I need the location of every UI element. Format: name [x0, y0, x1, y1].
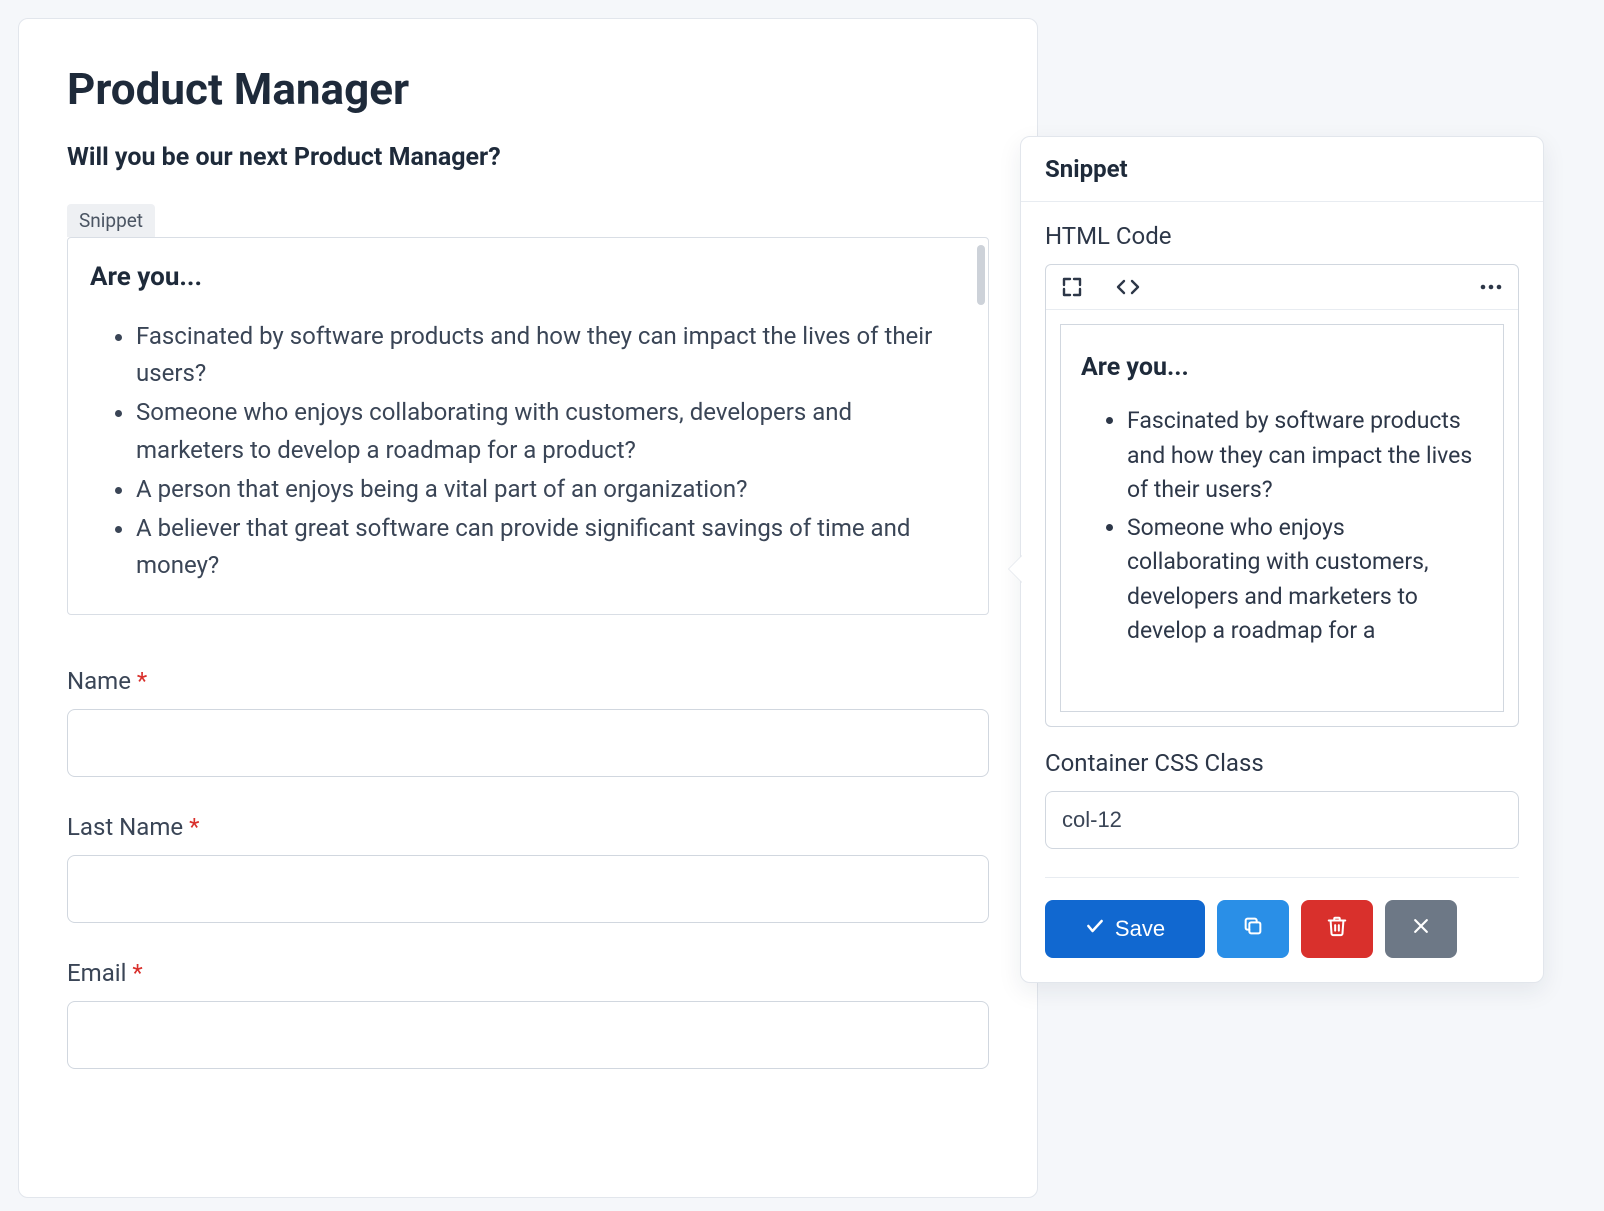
- required-marker: *: [132, 959, 142, 987]
- panel-title: Snippet: [1021, 137, 1543, 202]
- snippet-properties-panel: Snippet HTML Code Are you... Fascinated …: [1020, 136, 1544, 983]
- check-icon: [1085, 916, 1105, 942]
- css-class-input[interactable]: [1045, 791, 1519, 849]
- page-title: Product Manager: [67, 63, 989, 115]
- trash-icon: [1326, 915, 1348, 943]
- snippet-tab-label: Snippet: [67, 204, 155, 237]
- last-name-input[interactable]: [67, 855, 989, 923]
- html-code-label: HTML Code: [1045, 222, 1519, 250]
- code-icon[interactable]: [1114, 275, 1142, 299]
- preview-heading: Are you...: [1081, 353, 1483, 382]
- css-class-label: Container CSS Class: [1045, 749, 1519, 777]
- required-marker: *: [137, 667, 147, 695]
- snippet-heading: Are you...: [90, 262, 966, 292]
- close-icon: [1411, 916, 1431, 942]
- email-input[interactable]: [67, 1001, 989, 1069]
- name-label: Name *: [67, 667, 989, 695]
- name-label-text: Name: [67, 667, 131, 695]
- delete-button[interactable]: [1301, 900, 1373, 958]
- snippet-list-item: Fascinated by software products and how …: [136, 318, 966, 392]
- save-button[interactable]: Save: [1045, 900, 1205, 958]
- panel-pointer: [1009, 555, 1023, 583]
- save-button-label: Save: [1115, 916, 1165, 942]
- more-icon[interactable]: [1478, 275, 1504, 299]
- snippet-list-item: Someone who enjoys collaborating with cu…: [136, 394, 966, 468]
- last-name-label-text: Last Name: [67, 813, 183, 841]
- email-field: Email *: [67, 959, 989, 1069]
- preview-list-item: Fascinated by software products and how …: [1127, 404, 1483, 508]
- name-input[interactable]: [67, 709, 989, 777]
- editor-toolbar: [1046, 265, 1518, 310]
- html-editor: Are you... Fascinated by software produc…: [1045, 264, 1519, 727]
- html-preview[interactable]: Are you... Fascinated by software produc…: [1060, 324, 1504, 712]
- snippet-list: Fascinated by software products and how …: [90, 318, 966, 584]
- last-name-label: Last Name *: [67, 813, 989, 841]
- page-subtitle: Will you be our next Product Manager?: [67, 143, 989, 172]
- name-field: Name *: [67, 667, 989, 777]
- copy-icon: [1242, 915, 1264, 943]
- panel-actions: Save: [1045, 900, 1519, 958]
- required-marker: *: [189, 813, 199, 841]
- scrollbar-thumb[interactable]: [977, 245, 985, 305]
- snippet-content-box: Are you... Fascinated by software produc…: [67, 237, 989, 615]
- panel-divider: [1045, 877, 1519, 878]
- close-button[interactable]: [1385, 900, 1457, 958]
- preview-list: Fascinated by software products and how …: [1081, 404, 1483, 649]
- last-name-field: Last Name *: [67, 813, 989, 923]
- snippet-list-item: A believer that great software can provi…: [136, 510, 966, 584]
- duplicate-button[interactable]: [1217, 900, 1289, 958]
- email-label: Email *: [67, 959, 989, 987]
- expand-icon[interactable]: [1060, 275, 1084, 299]
- form-builder-card: Product Manager Will you be our next Pro…: [18, 18, 1038, 1198]
- snippet-component[interactable]: Snippet Are you... Fascinated by softwar…: [67, 204, 989, 615]
- snippet-list-item: A person that enjoys being a vital part …: [136, 471, 966, 508]
- preview-list-item: Someone who enjoys collaborating with cu…: [1127, 511, 1483, 649]
- email-label-text: Email: [67, 959, 126, 987]
